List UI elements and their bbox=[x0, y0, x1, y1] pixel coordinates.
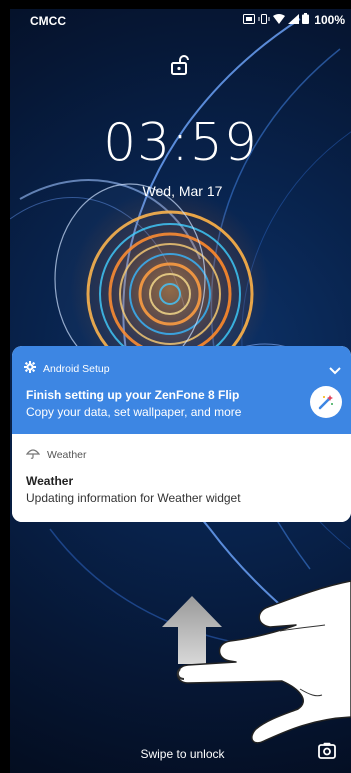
weather-icon bbox=[25, 447, 41, 462]
status-icons: 100% bbox=[243, 13, 345, 27]
battery-percent: 100% bbox=[314, 13, 345, 27]
swipe-up-arrow-icon bbox=[162, 596, 222, 664]
notification-text: Updating information for Weather widget bbox=[26, 491, 241, 505]
magic-wand-icon[interactable] bbox=[310, 386, 342, 418]
swipe-to-unlock-hint: Swipe to unlock bbox=[140, 747, 225, 761]
chevron-down-icon[interactable] bbox=[328, 363, 342, 381]
gear-icon bbox=[24, 361, 36, 376]
notification-header: Android Setup bbox=[24, 361, 110, 376]
notification-android-setup[interactable]: Android Setup Finish setting up your Zen… bbox=[12, 346, 351, 434]
battery-icon bbox=[302, 13, 310, 27]
vibrate-icon bbox=[258, 13, 270, 27]
swipe-hand-illustration bbox=[162, 580, 351, 744]
notification-header: Weather bbox=[25, 447, 87, 462]
status-bar: CMCC 100% bbox=[10, 9, 351, 33]
unlocked-padlock-icon bbox=[171, 55, 191, 80]
wifi-icon bbox=[273, 13, 286, 27]
camera-icon[interactable] bbox=[318, 742, 336, 764]
sim-icon bbox=[243, 13, 256, 27]
notification-app-name: Android Setup bbox=[43, 362, 110, 375]
lockscreen-date: Wed, Mar 17 bbox=[142, 183, 223, 199]
lock-screen: CMCC 100% 03:59 Wed, Mar 17 Android Setu… bbox=[10, 9, 351, 773]
notification-title: Finish setting up your ZenFone 8 Flip bbox=[26, 388, 240, 402]
carrier-label: CMCC bbox=[30, 14, 66, 28]
signal-icon bbox=[288, 13, 300, 27]
lockscreen-clock: 03:59 bbox=[103, 113, 258, 173]
notification-stack: Android Setup Finish setting up your Zen… bbox=[12, 346, 351, 522]
notification-weather[interactable]: Weather Weather Updating information for… bbox=[12, 434, 351, 522]
notification-text: Copy your data, set wallpaper, and more bbox=[26, 405, 242, 419]
notification-app-name: Weather bbox=[47, 448, 87, 461]
notification-title: Weather bbox=[26, 474, 74, 488]
